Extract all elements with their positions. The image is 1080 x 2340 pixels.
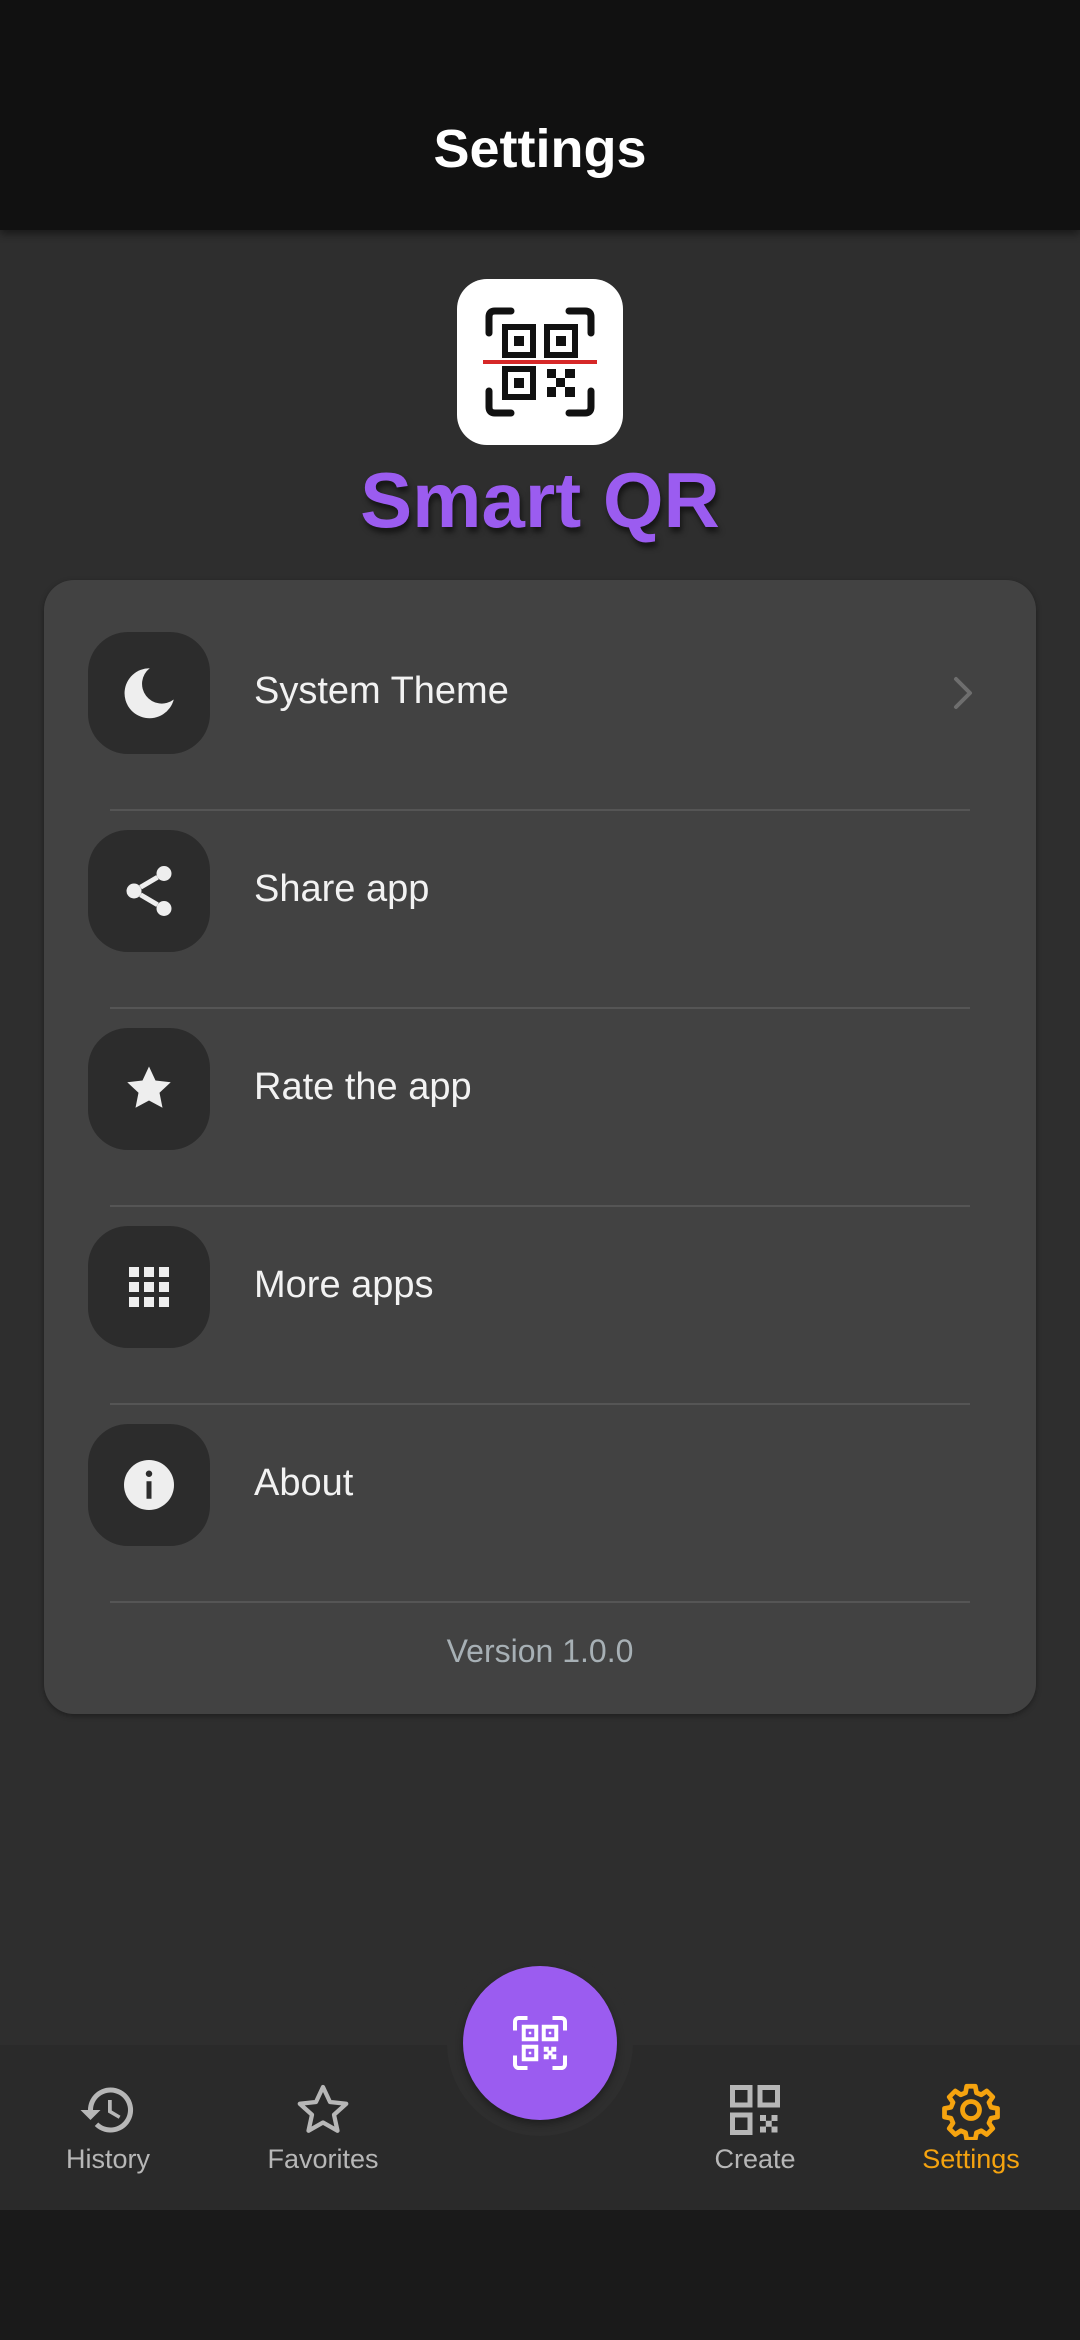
nav-favorites[interactable]: Favorites xyxy=(233,2080,413,2190)
settings-item-share-app[interactable]: Share app xyxy=(44,790,1036,988)
nav-create[interactable]: Create xyxy=(665,2080,845,2190)
grid-icon-container xyxy=(88,1226,210,1348)
divider xyxy=(110,1601,970,1603)
star-icon xyxy=(127,1066,171,1108)
star-icon-container xyxy=(88,1028,210,1150)
share-icon xyxy=(126,866,172,916)
info-icon xyxy=(124,1460,174,1510)
settings-item-system-theme[interactable]: System Theme xyxy=(44,592,1036,790)
nav-label: History xyxy=(65,2144,150,2174)
moon-icon-container xyxy=(88,632,210,754)
gear-icon xyxy=(942,2083,1000,2140)
settings-item-more-apps[interactable]: More apps xyxy=(44,1186,1036,1384)
app-bar: Settings xyxy=(0,0,1080,230)
qr-scan-icon xyxy=(513,2016,567,2070)
settings-item-about[interactable]: About xyxy=(44,1384,1036,1582)
chevron-right-icon xyxy=(954,677,972,709)
page-title: Settings xyxy=(433,119,647,179)
settings-item-rate-app[interactable]: Rate the app xyxy=(44,988,1036,1186)
version-text: Version 1.0.0 xyxy=(446,1633,634,1669)
settings-card: System Theme Share app Rate the app More… xyxy=(44,580,1036,1714)
info-icon-container xyxy=(88,1424,210,1546)
nav-history[interactable]: History xyxy=(18,2080,198,2190)
nav-settings[interactable]: Settings xyxy=(881,2080,1061,2190)
nav-label: Create xyxy=(714,2144,796,2174)
grid-icon xyxy=(129,1267,169,1307)
moon-icon xyxy=(124,668,174,719)
nav-label: Settings xyxy=(922,2144,1020,2174)
star-outline-icon xyxy=(297,2084,349,2133)
qr-logo-icon xyxy=(483,307,597,417)
app-logo xyxy=(457,279,623,445)
qr-code-icon xyxy=(730,2085,780,2135)
app-name: Smart QR xyxy=(360,456,720,544)
settings-item-label: More apps xyxy=(254,1264,434,1306)
settings-item-label: About xyxy=(254,1462,354,1504)
history-icon xyxy=(80,2087,134,2133)
system-navigation-bar xyxy=(0,2210,1080,2340)
nav-label: Favorites xyxy=(267,2144,379,2174)
share-icon-container xyxy=(88,830,210,952)
scan-qr-button[interactable] xyxy=(463,1966,617,2120)
settings-item-label: Rate the app xyxy=(254,1066,472,1108)
settings-item-label: Share app xyxy=(254,868,430,910)
settings-item-label: System Theme xyxy=(254,670,509,712)
